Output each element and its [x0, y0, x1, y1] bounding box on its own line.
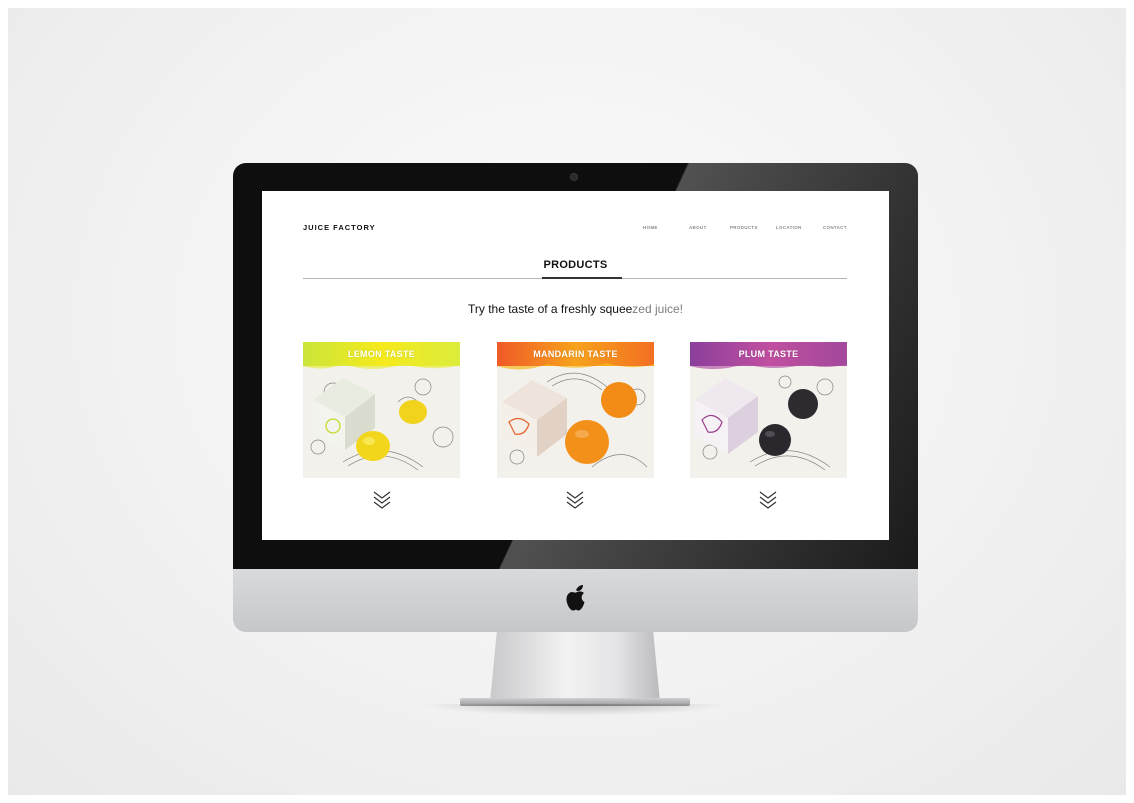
product-card-mandarin[interactable]: MANDARIN TASTE	[497, 342, 654, 478]
nav-contact[interactable]: CONTACT	[823, 225, 847, 230]
nav-home[interactable]: HOME	[643, 225, 658, 230]
page-title: PRODUCTS	[543, 259, 608, 271]
brand-logo[interactable]: JUICE FACTORY	[303, 223, 376, 232]
title-divider-accent	[542, 277, 622, 279]
product-card-plum[interactable]: PLUM TASTE	[690, 342, 847, 478]
tagline: Try the taste of a freshly squeezed juic…	[262, 302, 889, 316]
nav-location[interactable]: LOCATION	[776, 225, 802, 230]
triple-chevron-down-icon[interactable]	[566, 489, 584, 509]
tagline-main: Try the taste of a freshly squee	[467, 302, 633, 316]
product-card-lemon[interactable]: LEMON TASTE	[303, 342, 460, 478]
nav-products[interactable]: PRODUCTS	[730, 225, 758, 230]
camera-icon	[571, 174, 577, 180]
screen: JUICE FACTORY HOME ABOUT PRODUCTS LOCATI…	[262, 191, 889, 540]
plum-product-photo	[690, 342, 847, 478]
product-label: MANDARIN TASTE	[533, 349, 618, 359]
tagline-faded: zed juice!	[632, 302, 683, 316]
mandarin-product-photo	[497, 342, 654, 478]
nav-about[interactable]: ABOUT	[689, 225, 707, 230]
product-label: LEMON TASTE	[347, 349, 416, 359]
monitor-stand	[490, 632, 660, 702]
lemon-product-photo	[303, 342, 460, 478]
apple-logo-icon	[566, 585, 585, 611]
triple-chevron-down-icon[interactable]	[373, 489, 391, 509]
triple-chevron-down-icon[interactable]	[759, 489, 777, 509]
product-label: PLUM TASTE	[738, 349, 799, 359]
stand-shadow	[420, 704, 730, 716]
